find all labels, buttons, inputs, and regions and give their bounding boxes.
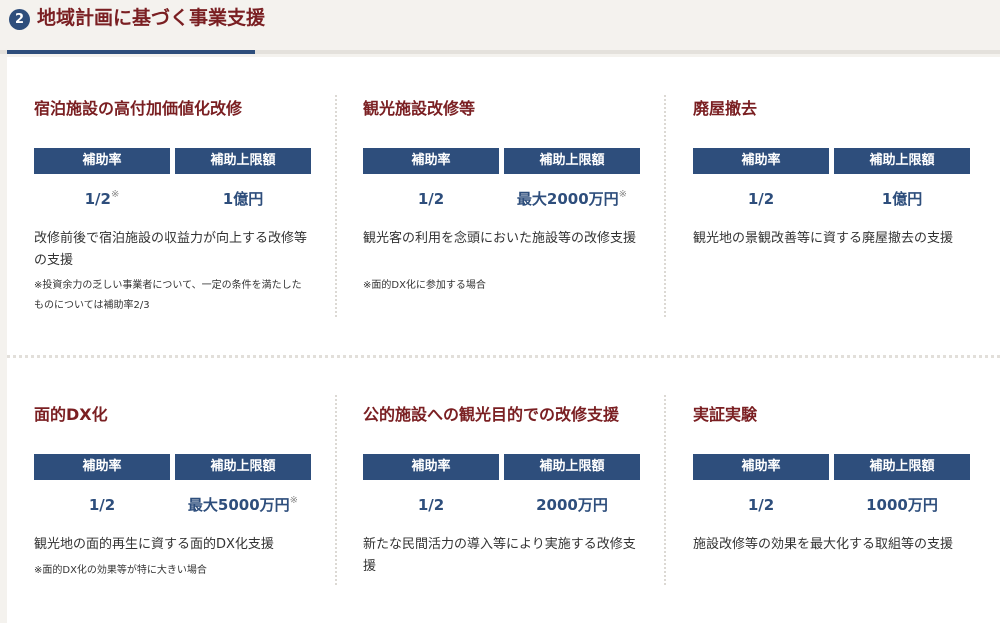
card-title: 廃屋撤去 xyxy=(693,99,758,118)
card-title: 公的施設への観光目的での改修支援 xyxy=(363,405,620,424)
card-title: 実証実験 xyxy=(693,405,758,424)
subsidy-limit-label: 補助上限額 xyxy=(504,148,640,174)
subsidy-limit-value: 最大2000万円※ xyxy=(516,189,628,209)
card-description: 改修前後で宿泊施設の収益力が向上する改修等の支援 xyxy=(34,231,308,268)
card-note: ※投資余力の乏しい事業者について、一定の条件を満たしたものについては補助率2/3 xyxy=(34,280,302,311)
subsidy-rate-label: 補助率 xyxy=(363,148,499,174)
card-description: 施設改修等の効果を最大化する取組等の支援 xyxy=(693,537,954,552)
subsidy-rate-value: 1/2※ xyxy=(84,189,120,209)
subsidy-rate-label: 補助率 xyxy=(34,148,170,174)
subsidy-limit-label: 補助上限額 xyxy=(175,148,311,174)
subsidy-limit-label: 補助上限額 xyxy=(834,148,970,174)
subsidy-rate-label: 補助率 xyxy=(34,454,170,480)
section-number-badge: 2 xyxy=(9,9,30,30)
subsidy-limit-value: 1億円 xyxy=(881,190,923,208)
subsidy-rate-value: 1/2 xyxy=(88,496,116,514)
column-divider xyxy=(664,95,666,317)
card-title: 宿泊施設の高付加価値化改修 xyxy=(34,99,243,118)
card-title: 観光施設改修等 xyxy=(363,99,476,118)
footnote-mark: ※ xyxy=(289,495,299,506)
header-underline-accent xyxy=(7,50,255,54)
section-header: 2 地域計画に基づく事業支援 xyxy=(0,0,1000,52)
subsidy-rate-value: 1/2 xyxy=(747,496,775,514)
card-note: ※面的DX化の効果等が特に大きい場合 xyxy=(34,565,207,576)
row-divider xyxy=(7,355,1000,358)
footnote-mark: ※ xyxy=(618,189,628,200)
card-description: 観光地の面的再生に資する面的DX化支援 xyxy=(34,537,274,552)
subsidy-limit-value: 1億円 xyxy=(222,190,264,208)
subsidy-rate-value: 1/2 xyxy=(747,190,775,208)
card-title: 面的DX化 xyxy=(34,405,108,424)
subsidy-rate-value: 1/2 xyxy=(417,496,445,514)
section-title: 地域計画に基づく事業支援 xyxy=(37,7,266,29)
subsidy-limit-label: 補助上限額 xyxy=(175,454,311,480)
subsidy-rate-label: 補助率 xyxy=(693,454,829,480)
card-description: 新たな民間活力の導入等により実施する改修支援 xyxy=(363,537,636,574)
column-divider xyxy=(664,395,666,585)
card-description: 観光地の景観改善等に資する廃屋撤去の支援 xyxy=(693,231,954,246)
subsidy-rate-value: 1/2 xyxy=(417,190,445,208)
subsidy-limit-value: 2000万円 xyxy=(536,496,608,514)
subsidy-rate-label: 補助率 xyxy=(363,454,499,480)
footnote-mark: ※ xyxy=(110,189,120,200)
subsidy-rate-label: 補助率 xyxy=(693,148,829,174)
subsidy-limit-label: 補助上限額 xyxy=(504,454,640,480)
column-divider xyxy=(335,395,337,585)
card-note: ※面的DX化に参加する場合 xyxy=(363,280,486,291)
subsidy-limit-value: 最大5000万円※ xyxy=(187,495,299,515)
card-description: 観光客の利用を念頭においた施設等の改修支援 xyxy=(363,231,637,246)
subsidy-limit-label: 補助上限額 xyxy=(834,454,970,480)
subsidy-limit-value: 1000万円 xyxy=(866,496,938,514)
column-divider xyxy=(335,95,337,317)
